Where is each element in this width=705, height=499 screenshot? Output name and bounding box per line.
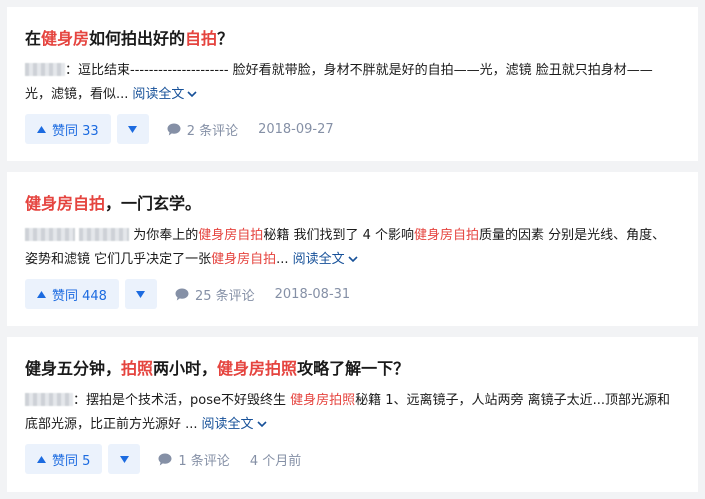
title-highlight: 健身房自拍 (25, 194, 106, 213)
upvote-button[interactable]: 赞同 448 (25, 279, 119, 309)
excerpt-text: 秘籍 我们找到了 4 个影响 (263, 228, 414, 243)
result-excerpt: ：摆拍是个技术活，pose不好毁终生 健身房拍照秘籍 1、远离镜子，人站两旁 离… (25, 389, 675, 437)
result-excerpt: ：逗比结束--------------------- 脸好看就带脸，身材不胖就是… (25, 59, 675, 107)
comment-bubble-icon (167, 123, 181, 135)
triangle-down-icon (128, 125, 138, 133)
read-more-link[interactable]: 阅读全文 (202, 417, 267, 432)
upvote-label: 赞同 5 (52, 453, 91, 469)
read-more-label: 阅读全文 (201, 417, 254, 432)
comment-count: 1 条评论 (178, 453, 230, 469)
chevron-down-icon (256, 421, 267, 428)
upvote-label: 赞同 448 (52, 288, 107, 304)
result-title[interactable]: 健身房自拍，一门玄学。 (25, 192, 201, 216)
upvote-button[interactable]: 赞同 5 (25, 444, 103, 474)
triangle-up-icon (37, 125, 46, 133)
comment-button[interactable]: 25 条评论 (175, 285, 255, 304)
result-title[interactable]: 健身五分钟，拍照两小时，健身房拍照攻略了解一下？ (25, 357, 409, 381)
triangle-up-icon (37, 290, 46, 298)
comment-count: 2 条评论 (186, 123, 239, 139)
title-highlight: 健身房 (41, 29, 90, 48)
excerpt-text: ：逗比结束--------------------- 脸好看就带脸，身材不胖就是… (25, 63, 653, 102)
read-more-link[interactable]: 阅读全文 (132, 87, 197, 102)
upvote-label: 赞同 33 (52, 123, 99, 139)
upvote-button[interactable]: 赞同 33 (25, 114, 111, 144)
title-highlight: 健身房拍照 (217, 359, 298, 378)
excerpt-highlight: 健身房拍照 (290, 393, 356, 408)
blurred-author-name (25, 63, 65, 76)
action-bar: 赞同 448 25 条评论 2018-08-31 (25, 279, 350, 309)
title-segment: 两小时， (153, 359, 218, 378)
excerpt-text: ... (276, 252, 289, 267)
blurred-author-name (25, 228, 75, 241)
comment-button[interactable]: 2 条评论 (167, 120, 238, 139)
result-title[interactable]: 在健身房如何拍出好的自拍？ (25, 27, 233, 51)
post-date: 4 个月前 (249, 453, 302, 469)
comment-button[interactable]: 1 条评论 (158, 450, 230, 469)
title-segment: 健身五分钟， (25, 359, 122, 378)
chevron-down-icon (187, 91, 197, 98)
blurred-author-name (79, 228, 130, 241)
title-segment: 如何拍出好的 (89, 29, 186, 48)
downvote-button[interactable] (116, 114, 149, 144)
title-highlight: 自拍 (185, 29, 218, 48)
comment-count: 25 条评论 (194, 288, 255, 304)
blurred-author-name (25, 393, 73, 406)
excerpt-highlight: 健身房自拍 (413, 228, 479, 243)
search-results-feed: 在健身房如何拍出好的自拍？ ：逗比结束---------------------… (0, 0, 705, 499)
read-more-label: 阅读全文 (292, 252, 345, 267)
result-card: 健身房自拍，一门玄学。 为你奉上的健身房自拍秘籍 我们找到了 4 个影响健身房自… (7, 172, 698, 326)
downvote-button[interactable] (108, 444, 141, 474)
title-segment: ？ (217, 29, 234, 48)
excerpt-highlight: 健身房自拍 (198, 228, 264, 243)
action-bar: 赞同 5 1 条评论 4 个月前 (25, 444, 301, 474)
chevron-down-icon (348, 256, 358, 263)
triangle-down-icon (136, 290, 146, 298)
excerpt-text: ：摆拍是个技术活，pose不好毁终生 (73, 393, 291, 408)
triangle-down-icon (119, 455, 129, 463)
read-more-label: 阅读全文 (132, 87, 185, 102)
result-card: 健身五分钟，拍照两小时，健身房拍照攻略了解一下？ ：摆拍是个技术活，pose不好… (7, 337, 698, 492)
result-excerpt: 为你奉上的健身房自拍秘籍 我们找到了 4 个影响健身房自拍质量的因素 分别是光线… (25, 224, 675, 272)
title-segment: 在 (25, 29, 42, 48)
result-card: 在健身房如何拍出好的自拍？ ：逗比结束---------------------… (7, 7, 698, 161)
comment-bubble-icon (175, 288, 189, 300)
downvote-button[interactable] (124, 279, 157, 309)
title-highlight: 拍照 (121, 359, 154, 378)
post-date: 2018-09-27 (258, 121, 334, 137)
title-segment: ，一门玄学。 (105, 194, 202, 213)
action-bar: 赞同 33 2 条评论 2018-09-27 (25, 114, 334, 144)
excerpt-highlight: 健身房自拍 (211, 252, 277, 267)
comment-bubble-icon (158, 453, 172, 465)
post-date: 2018-08-31 (274, 286, 351, 302)
title-segment: 攻略了解一下？ (297, 359, 410, 378)
read-more-link[interactable]: 阅读全文 (293, 252, 358, 267)
triangle-up-icon (37, 455, 46, 463)
excerpt-text: 为你奉上的 (133, 228, 199, 243)
